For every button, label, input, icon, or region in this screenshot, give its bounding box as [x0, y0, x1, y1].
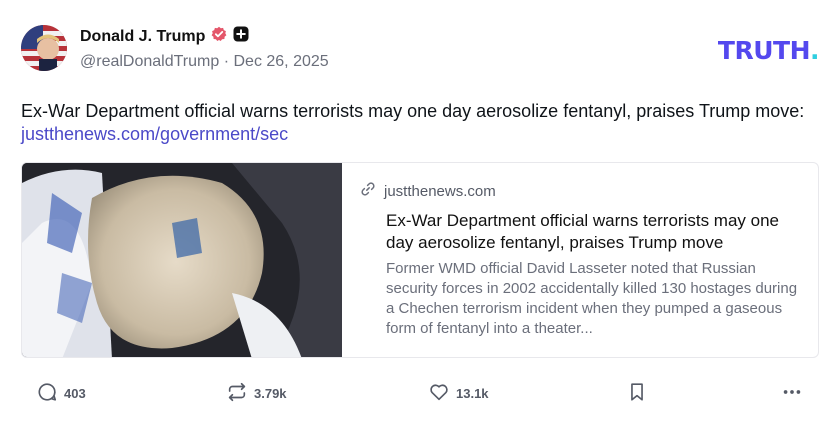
- heart-icon: [428, 381, 450, 406]
- author-name-row: Donald J. Trump: [80, 26, 249, 47]
- post-link[interactable]: justthenews.com/government/sec: [21, 124, 288, 144]
- like-count: 13.1k: [456, 385, 489, 401]
- reply-count: 403: [64, 385, 86, 401]
- truth-logo[interactable]: TRUTH.: [717, 36, 820, 65]
- more-icon: [781, 381, 803, 406]
- reply-icon: [36, 381, 58, 406]
- card-title[interactable]: Ex-War Department official warns terrori…: [386, 210, 800, 254]
- retruth-count: 3.79k: [254, 385, 287, 401]
- retruth-icon: [226, 381, 248, 406]
- like-button[interactable]: 13.1k: [428, 376, 489, 410]
- card-domain: justthenews.com: [384, 182, 496, 200]
- link-icon: [360, 181, 376, 201]
- post-actions: 403 3.79k 13.1k: [0, 376, 840, 410]
- post-body: Ex-War Department official warns terrori…: [21, 101, 805, 121]
- card-description: Former WMD official David Lasseter noted…: [386, 260, 798, 337]
- verified-badge-icon: [211, 26, 227, 47]
- post-meta: @realDonaldTrump · Dec 26, 2025: [80, 53, 329, 71]
- truth-post: Donald J. Trump @realDonaldTrump · Dec 2…: [0, 0, 840, 431]
- logo-text: TRUTH: [717, 36, 811, 65]
- author-handle[interactable]: @realDonaldTrump: [80, 53, 219, 71]
- author-display-name[interactable]: Donald J. Trump: [80, 28, 205, 46]
- avatar[interactable]: [21, 25, 67, 71]
- card-domain-row: justthenews.com: [360, 181, 800, 201]
- reply-button[interactable]: 403: [36, 376, 86, 410]
- meta-separator: ·: [219, 53, 234, 70]
- card-body: justthenews.com Ex-War Department offici…: [342, 163, 818, 357]
- plus-badge-icon: [233, 26, 249, 47]
- link-preview-card[interactable]: justthenews.com Ex-War Department offici…: [21, 162, 819, 358]
- post-text: Ex-War Department official warns terrori…: [21, 100, 811, 146]
- post-date[interactable]: Dec 26, 2025: [233, 53, 328, 71]
- logo-dot: .: [810, 36, 820, 65]
- card-thumbnail: [22, 163, 342, 357]
- bookmark-button[interactable]: [626, 376, 648, 410]
- retruth-button[interactable]: 3.79k: [226, 376, 287, 410]
- more-options-button[interactable]: [781, 376, 803, 410]
- avatar-image: [21, 25, 67, 71]
- bookmark-icon: [626, 381, 648, 406]
